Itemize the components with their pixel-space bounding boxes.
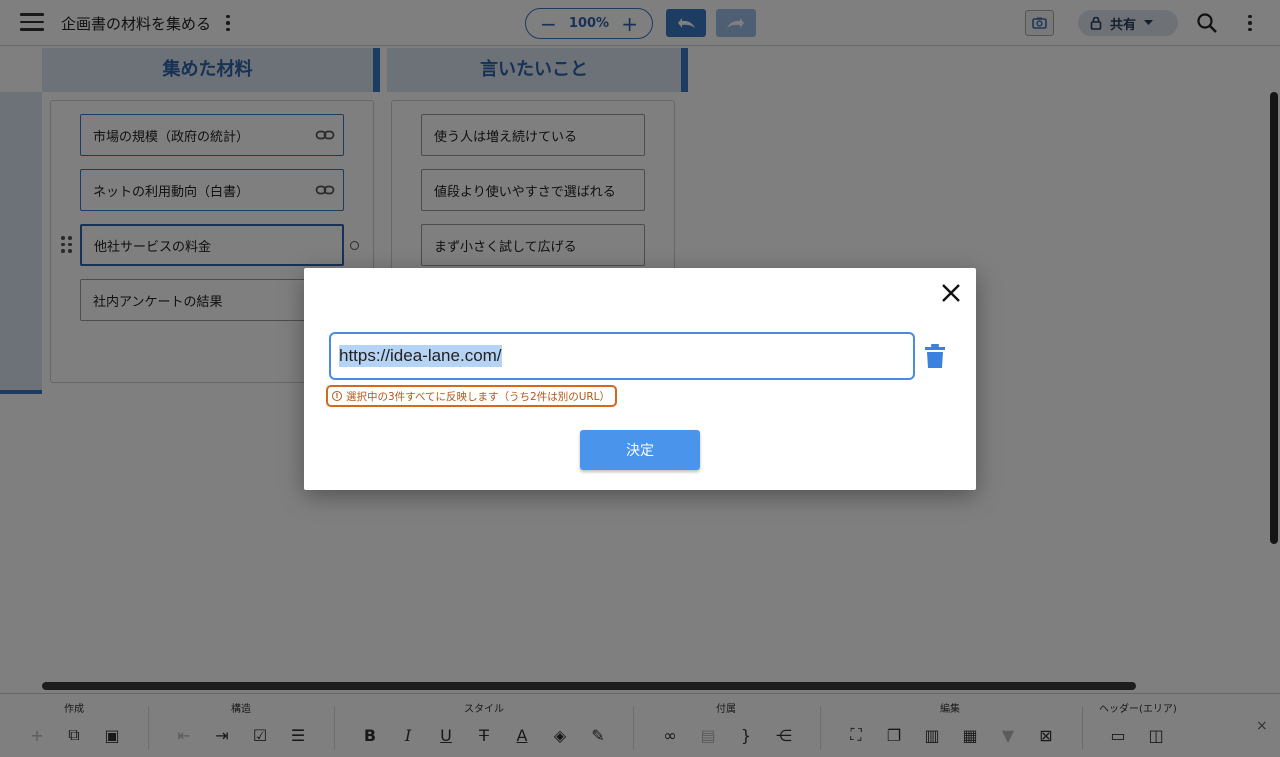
- info-icon: !: [332, 391, 342, 401]
- notice-message: ! 選択中の3件すべてに反映します（うち2件は別のURL）: [326, 385, 618, 407]
- notice-text: 選択中の3件すべてに反映します（うち2件は別のURL）: [346, 390, 611, 403]
- url-input-value: https://idea-lane.com/: [339, 345, 502, 367]
- link-url-dialog: https://idea-lane.com/ ! 選択中の3件すべてに反映します…: [304, 268, 976, 490]
- url-input[interactable]: https://idea-lane.com/: [329, 332, 915, 380]
- confirm-button[interactable]: 決定: [580, 430, 700, 470]
- trash-icon[interactable]: [924, 343, 946, 369]
- close-icon[interactable]: [940, 282, 962, 304]
